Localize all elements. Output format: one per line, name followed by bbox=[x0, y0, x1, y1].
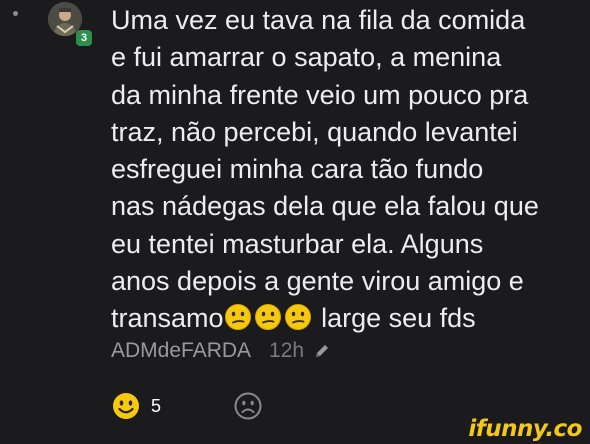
confused-face-emoji bbox=[224, 304, 251, 331]
frown-icon[interactable] bbox=[233, 391, 263, 421]
pencil-icon bbox=[316, 345, 329, 357]
comment-screen: 3 Uma vez eu tava na fila da comida e fu… bbox=[0, 0, 590, 444]
comment-line: esfreguei minha cara tão fundo bbox=[111, 154, 484, 185]
comment-last-line: transamo large seu fds bbox=[111, 300, 590, 337]
comment-line: traz, não percebi, quando levantei bbox=[111, 116, 518, 147]
comment-line: nas nádegas dela que ela falou que bbox=[111, 191, 539, 222]
ifunny-watermark: ifunny.co bbox=[468, 416, 582, 442]
comment-line: eu tentei masturbar ela. Alguns bbox=[111, 228, 484, 259]
comment-time: 12h bbox=[269, 339, 305, 362]
comment-meta: ADMdeFARDA 12h bbox=[111, 338, 331, 364]
comment-author[interactable]: ADMdeFARDA bbox=[111, 339, 251, 363]
confused-face-emoji bbox=[254, 304, 281, 331]
comment-line: anos depois a gente virou amigo e bbox=[111, 266, 524, 297]
confused-face-emoji bbox=[284, 304, 311, 331]
comment-line-start: transamo bbox=[111, 303, 224, 334]
comment-line: da minha frente veio um pouco pra bbox=[111, 79, 529, 110]
comment-actions: 5 bbox=[111, 390, 263, 422]
comment-line: e fui amarrar o sapato, a menina bbox=[111, 42, 502, 73]
comment-line: Uma vez eu tava na fila da comida bbox=[111, 5, 526, 35]
comment-text: Uma vez eu tava na fila da comida e fui … bbox=[111, 2, 590, 338]
user-level-badge: 3 bbox=[76, 30, 92, 46]
smile-count: 5 bbox=[151, 395, 162, 416]
comment-line-end: large seu fds bbox=[313, 303, 476, 334]
thread-bullet bbox=[13, 11, 18, 16]
smile-icon[interactable] bbox=[111, 391, 141, 421]
